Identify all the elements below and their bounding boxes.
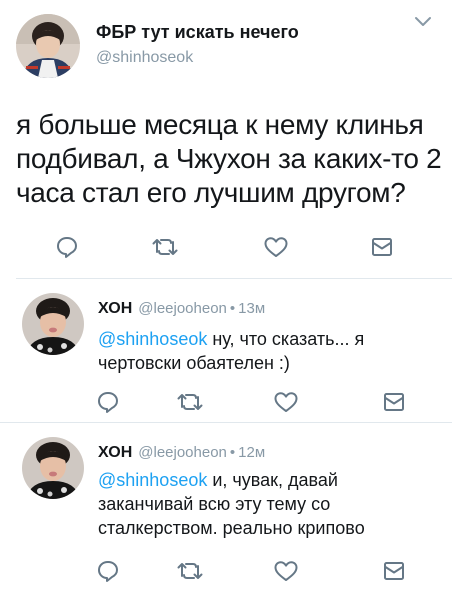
display-name[interactable]: ХОН bbox=[98, 444, 132, 461]
display-name[interactable]: ФБР тут искать нечего bbox=[96, 22, 299, 43]
tweet-actions bbox=[0, 232, 452, 260]
main-tweet: ФБР тут искать нечего @shinhoseok я боль… bbox=[0, 0, 452, 278]
reply-icon[interactable] bbox=[54, 234, 80, 260]
tweet-actions bbox=[0, 389, 452, 415]
separator: • bbox=[229, 300, 236, 317]
chevron-down-icon[interactable] bbox=[413, 14, 433, 30]
avatar[interactable] bbox=[16, 14, 80, 78]
reply-header: ХОН @leejooheon • 13м bbox=[98, 300, 265, 318]
like-icon[interactable] bbox=[273, 389, 299, 415]
like-icon[interactable] bbox=[273, 558, 299, 584]
tweet-text: @shinhoseok и, чувак, давай заканчивай в… bbox=[98, 468, 433, 540]
reply-icon[interactable] bbox=[95, 558, 121, 584]
avatar[interactable] bbox=[22, 293, 84, 355]
user-handle[interactable]: @leejooheon bbox=[138, 300, 227, 317]
twitter-thread: ФБР тут искать нечего @shinhoseok я боль… bbox=[0, 0, 452, 604]
avatar-photo bbox=[22, 437, 84, 499]
avatar-photo bbox=[22, 293, 84, 355]
retweet-icon[interactable] bbox=[177, 558, 203, 584]
mention-link[interactable]: @shinhoseok bbox=[98, 470, 207, 490]
mention-link[interactable]: @shinhoseok bbox=[98, 329, 207, 349]
message-icon[interactable] bbox=[369, 234, 395, 260]
avatar-photo bbox=[16, 14, 80, 78]
reply-tweet: ХОН @leejooheon • 12м @shinhoseok и, чувак,… bbox=[0, 423, 452, 604]
retweet-icon[interactable] bbox=[177, 389, 203, 415]
display-name[interactable]: ХОН bbox=[98, 300, 132, 317]
timestamp[interactable]: 13м bbox=[238, 300, 265, 317]
tweet-text: @shinhoseok ну, что сказать... я чертовс… bbox=[98, 327, 433, 375]
tweet-actions bbox=[0, 558, 452, 584]
tweet-text: я больше месяца к нему клинья подбивал, … bbox=[16, 109, 442, 208]
avatar[interactable] bbox=[22, 437, 84, 499]
user-handle[interactable]: @shinhoseok bbox=[96, 49, 193, 67]
user-handle[interactable]: @leejooheon bbox=[138, 444, 227, 461]
retweet-icon[interactable] bbox=[152, 234, 178, 260]
message-icon[interactable] bbox=[381, 389, 407, 415]
message-icon[interactable] bbox=[381, 558, 407, 584]
timestamp[interactable]: 12м bbox=[238, 444, 265, 461]
separator: • bbox=[229, 444, 236, 461]
reply-tweet: ХОН @leejooheon • 13м @shinhoseok ну, что с… bbox=[0, 279, 452, 422]
reply-icon[interactable] bbox=[95, 389, 121, 415]
like-icon[interactable] bbox=[263, 234, 289, 260]
reply-header: ХОН @leejooheon • 12м bbox=[98, 444, 265, 462]
